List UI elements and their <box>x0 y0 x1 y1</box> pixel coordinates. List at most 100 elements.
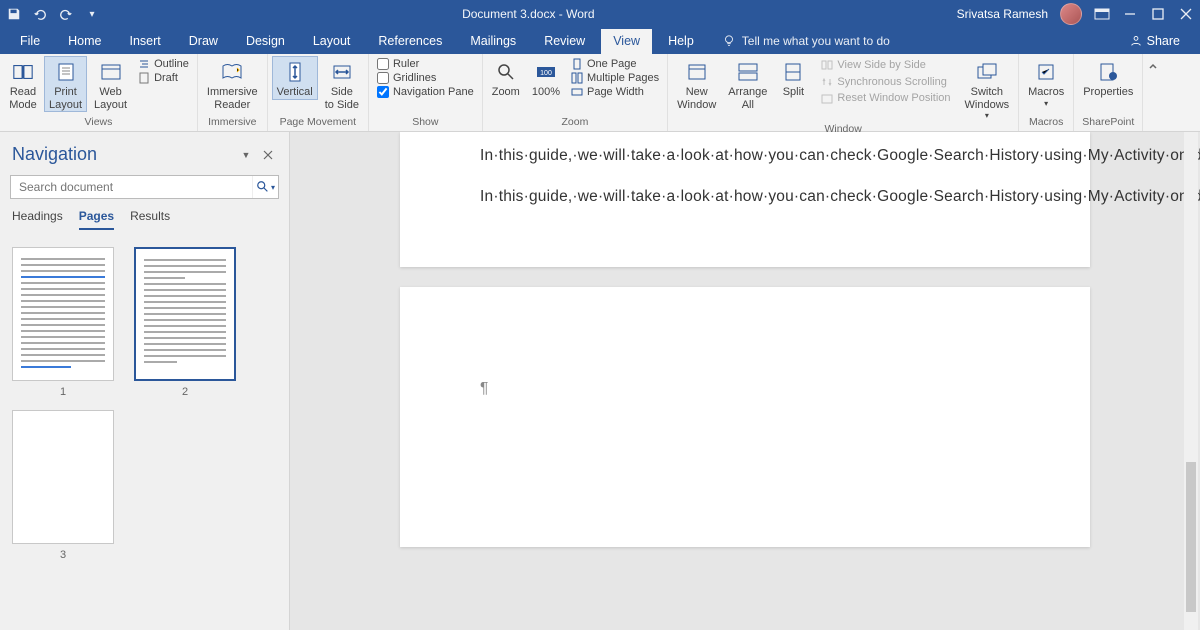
draft-icon <box>138 72 150 84</box>
page-thumbnails: 1 2 3 <box>6 235 283 573</box>
nav-tab-results[interactable]: Results <box>130 209 170 230</box>
tab-insert[interactable]: Insert <box>118 29 173 54</box>
tab-draw[interactable]: Draw <box>177 29 230 54</box>
nav-tab-headings[interactable]: Headings <box>12 209 63 230</box>
properties-button[interactable]: Properties <box>1078 56 1138 100</box>
tab-file[interactable]: File <box>8 29 52 54</box>
user-name[interactable]: Srivatsa Ramesh <box>957 7 1048 21</box>
arrange-all-icon <box>736 60 760 84</box>
navigation-pane-checkbox[interactable]: Navigation Pane <box>377 86 474 98</box>
zoom-button[interactable]: Zoom <box>487 56 525 100</box>
views-group-label: Views <box>4 114 193 131</box>
tell-me-label: Tell me what you want to do <box>742 34 890 48</box>
outline-button[interactable]: Outline <box>138 58 189 70</box>
save-icon[interactable] <box>6 6 22 22</box>
tab-design[interactable]: Design <box>234 29 297 54</box>
ribbon-display-icon[interactable] <box>1094 6 1110 22</box>
gridlines-checkbox[interactable]: Gridlines <box>377 72 474 84</box>
qat-customize-icon[interactable]: ▾ <box>84 6 100 22</box>
document-title: Document 3.docx - Word <box>100 7 957 21</box>
page-movement-group-label: Page Movement <box>272 114 364 131</box>
vertical-icon <box>283 60 307 84</box>
chevron-down-icon: ▾ <box>1044 99 1048 108</box>
side-by-side-icon <box>821 59 833 71</box>
page-thumb-2[interactable] <box>134 247 236 381</box>
chevron-down-icon: ▾ <box>985 111 989 120</box>
ribbon: Read Mode Print Layout Web Layout Outlin… <box>0 54 1200 132</box>
vertical-button[interactable]: Vertical <box>272 56 318 100</box>
tell-me[interactable]: Tell me what you want to do <box>710 29 902 54</box>
redo-icon[interactable] <box>58 6 74 22</box>
properties-icon <box>1096 60 1120 84</box>
tab-home[interactable]: Home <box>56 29 113 54</box>
split-icon <box>781 60 805 84</box>
nav-dropdown-icon[interactable]: ▼ <box>237 146 255 164</box>
menu-bar: File Home Insert Draw Design Layout Refe… <box>0 28 1200 54</box>
lightbulb-icon <box>722 34 736 48</box>
read-mode-button[interactable]: Read Mode <box>4 56 42 112</box>
print-layout-button[interactable]: Print Layout <box>44 56 87 112</box>
show-group-label: Show <box>373 114 478 131</box>
paragraph-empty[interactable]: ¶ <box>480 377 1010 400</box>
search-document[interactable]: ▾ <box>10 175 279 199</box>
page-3[interactable]: ¶ <box>400 287 1090 547</box>
ruler-checkbox[interactable]: Ruler <box>377 58 474 70</box>
outline-icon <box>138 58 150 70</box>
page-width-icon <box>571 86 583 98</box>
draft-button[interactable]: Draft <box>138 72 189 84</box>
share-label: Share <box>1147 34 1180 48</box>
zoom-100-button[interactable]: 100 100% <box>527 56 565 100</box>
paragraph[interactable]: In·this·guide,·we·will·take·a·look·at·ho… <box>480 144 1010 167</box>
page-width-button[interactable]: Page Width <box>571 86 659 98</box>
page-num-2: 2 <box>182 386 188 398</box>
tab-review[interactable]: Review <box>532 29 597 54</box>
web-layout-button[interactable]: Web Layout <box>89 56 132 112</box>
undo-icon[interactable] <box>32 6 48 22</box>
zoom-group-label: Zoom <box>487 114 663 131</box>
reset-window-button: Reset Window Position <box>818 91 953 106</box>
maximize-icon[interactable] <box>1150 6 1166 22</box>
one-page-button[interactable]: One Page <box>571 58 659 70</box>
close-icon[interactable] <box>1178 6 1194 22</box>
document-area[interactable]: In·this·guide,·we·will·take·a·look·at·ho… <box>290 132 1200 630</box>
immersive-reader-button[interactable]: Immersive Reader <box>202 56 263 112</box>
page-2-bottom[interactable]: In·this·guide,·we·will·take·a·look·at·ho… <box>400 132 1090 267</box>
tab-references[interactable]: References <box>366 29 454 54</box>
multiple-pages-button[interactable]: Multiple Pages <box>571 72 659 84</box>
scrollbar-thumb[interactable] <box>1186 462 1196 612</box>
web-layout-icon <box>99 60 123 84</box>
tab-view[interactable]: View <box>601 29 652 54</box>
tab-help[interactable]: Help <box>656 29 706 54</box>
new-window-button[interactable]: New Window <box>672 56 721 112</box>
view-side-by-side-button: View Side by Side <box>818 58 953 73</box>
side-to-side-icon <box>330 60 354 84</box>
macros-button[interactable]: Macros ▾ <box>1023 56 1069 109</box>
multiple-pages-icon <box>571 72 583 84</box>
title-bar: ▾ Document 3.docx - Word Srivatsa Ramesh <box>0 0 1200 28</box>
zoom-icon <box>494 60 518 84</box>
switch-windows-icon <box>975 60 999 84</box>
page-thumb-1[interactable] <box>12 247 114 381</box>
macros-icon <box>1034 60 1058 84</box>
nav-close-icon[interactable] <box>259 146 277 164</box>
paragraph[interactable]: In·this·guide,·we·will·take·a·look·at·ho… <box>480 185 1010 208</box>
split-button[interactable]: Split <box>774 56 812 100</box>
avatar[interactable] <box>1060 3 1082 25</box>
vertical-scrollbar[interactable] <box>1184 132 1198 630</box>
sync-scrolling-button: Synchronous Scrolling <box>818 75 953 90</box>
switch-windows-button[interactable]: Switch Windows ▾ <box>960 56 1015 121</box>
search-icon[interactable]: ▾ <box>252 176 278 198</box>
page-thumb-3[interactable] <box>12 410 114 544</box>
one-page-icon <box>571 58 583 70</box>
tab-mailings[interactable]: Mailings <box>458 29 528 54</box>
collapse-ribbon-button[interactable] <box>1143 54 1163 131</box>
tab-layout[interactable]: Layout <box>301 29 363 54</box>
arrange-all-button[interactable]: Arrange All <box>723 56 772 112</box>
side-to-side-button[interactable]: Side to Side <box>320 56 364 112</box>
nav-tab-pages[interactable]: Pages <box>79 209 114 230</box>
immersive-group-label: Immersive <box>202 114 263 131</box>
share-button[interactable]: Share <box>1117 29 1192 54</box>
minimize-icon[interactable] <box>1122 6 1138 22</box>
sharepoint-group-label: SharePoint <box>1078 114 1138 131</box>
search-input[interactable] <box>11 180 252 194</box>
